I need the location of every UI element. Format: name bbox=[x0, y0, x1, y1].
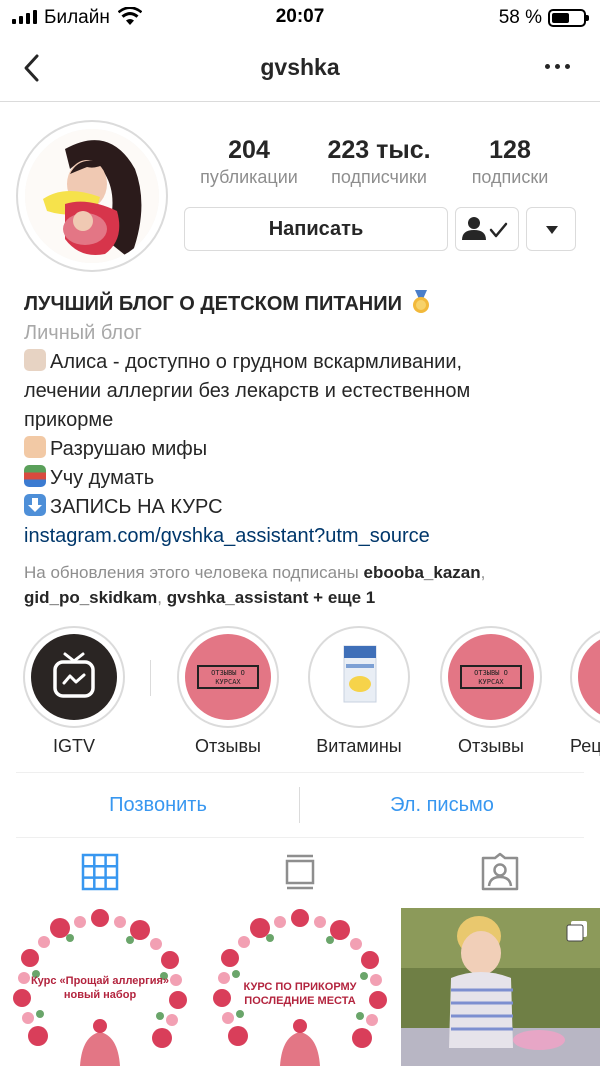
follower-user-1[interactable]: ebooba_kazan bbox=[363, 563, 480, 582]
nav-bar: gvshka bbox=[0, 36, 600, 102]
call-button[interactable]: Позвонить bbox=[16, 773, 300, 837]
tagged-icon[interactable] bbox=[480, 852, 520, 892]
down-arrow-icon bbox=[24, 494, 46, 516]
followed-by[interactable]: На обновления этого человека подписаны e… bbox=[24, 560, 584, 610]
followed-by-prefix: На обновления этого человека подписаны bbox=[24, 563, 359, 582]
followed-by-separator: , bbox=[157, 588, 162, 607]
bio-line-6: ЗАПИСЬ НА КУРС bbox=[50, 496, 223, 518]
followed-by-more[interactable]: + еще 1 bbox=[313, 588, 375, 607]
highlight-divider bbox=[150, 660, 151, 696]
profile-name: ЛУЧШИЙ БЛОГ О ДЕТСКОМ ПИТАНИИ bbox=[24, 293, 402, 315]
highlight-label: Отзывы bbox=[458, 736, 524, 756]
fist-icon bbox=[24, 436, 46, 458]
follower-user-3[interactable]: gvshka_assistant bbox=[167, 588, 309, 607]
bio-line-3: прикорме bbox=[24, 409, 114, 431]
bio-line-4: Разрушаю мифы bbox=[50, 438, 208, 460]
avatar[interactable] bbox=[16, 120, 168, 272]
highlight-reviews[interactable]: ОТЗЫВЫ О КУРСАХ Отзывы bbox=[176, 626, 280, 757]
highlight-reviews-2[interactable]: ОТЗЫВЫ О КУРСАХ Отзывы bbox=[439, 626, 543, 757]
highlight-igtv[interactable]: IGTV bbox=[22, 626, 126, 757]
vitamin-box-image bbox=[343, 645, 377, 703]
status-bar: Билайн 20:07 58 % bbox=[0, 0, 600, 36]
multiple-photos-icon bbox=[566, 920, 588, 942]
stat-followers[interactable]: 223 тыс. подписчики bbox=[309, 136, 449, 188]
bio-line-1: Алиса - доступно о грудном вскармливании… bbox=[50, 351, 463, 373]
highlight-vitamins[interactable]: Витамины bbox=[307, 626, 411, 757]
post-caption: Курс «Прощай аллергия» новый набор bbox=[30, 975, 170, 1001]
bio: ЛУЧШИЙ БЛОГ О ДЕТСКОМ ПИТАНИИ Личный бло… bbox=[24, 290, 584, 551]
avatar-illustration bbox=[25, 129, 159, 263]
posts-grid: Курс «Прощай аллергия» новый набор КУРС … bbox=[0, 908, 600, 1066]
post-thumbnail[interactable]: КУРС ПО ПРИКОРМУ ПОСЛЕДНИЕ МЕСТА bbox=[200, 908, 399, 1066]
message-button[interactable]: Написать bbox=[184, 207, 448, 251]
highlight-label: Отзывы bbox=[195, 736, 261, 756]
posts-label: публикации bbox=[200, 167, 298, 187]
post-thumbnail[interactable]: Курс «Прощай аллергия» новый набор bbox=[0, 908, 199, 1066]
battery-icon bbox=[548, 9, 589, 27]
feed-icon[interactable] bbox=[280, 852, 320, 892]
email-button[interactable]: Эл. письмо bbox=[300, 773, 584, 837]
post-caption: КУРС ПО ПРИКОРМУ ПОСЛЕДНИЕ МЕСТА bbox=[243, 981, 357, 1007]
following-count: 128 bbox=[489, 136, 531, 164]
highlight-label: IGTV bbox=[52, 736, 95, 756]
caret-down-icon bbox=[546, 226, 558, 234]
contact-bar: Позвонить Эл. письмо bbox=[16, 772, 584, 838]
more-horizontal-icon[interactable] bbox=[545, 64, 570, 69]
profile-category: Личный блог bbox=[24, 322, 142, 344]
highlight-label: Витамины bbox=[316, 736, 402, 756]
person-check-icon bbox=[462, 217, 508, 240]
follower-user-2[interactable]: gid_po_skidkam bbox=[24, 588, 157, 607]
followers-label: подписчики bbox=[331, 167, 427, 187]
highlight-recipes[interactable]: Реце bbox=[570, 626, 600, 757]
bio-link[interactable]: instagram.com/gvshka_assistant?utm_sourc… bbox=[24, 522, 584, 551]
cook-icon bbox=[24, 349, 46, 371]
grid-icon[interactable] bbox=[80, 852, 120, 892]
stat-posts[interactable]: 204 публикации bbox=[179, 136, 319, 188]
books-icon bbox=[24, 465, 46, 487]
bio-line-2: лечении аллергии без лекарств и естестве… bbox=[24, 380, 471, 402]
highlight-label: Реце bbox=[570, 736, 600, 756]
posts-count: 204 bbox=[228, 136, 270, 164]
stat-following[interactable]: 128 подписки bbox=[440, 136, 580, 188]
medal-icon bbox=[410, 290, 432, 314]
battery-percent: 58 % bbox=[498, 7, 542, 28]
suggestions-dropdown-button[interactable] bbox=[526, 207, 576, 251]
bio-line-5: Учу думать bbox=[50, 467, 155, 489]
profile-tabs bbox=[0, 838, 600, 908]
following-button[interactable] bbox=[455, 207, 519, 251]
igtv-icon bbox=[53, 652, 95, 698]
page-title: gvshka bbox=[260, 54, 340, 80]
followed-by-separator: , bbox=[480, 563, 486, 582]
post-thumbnail[interactable] bbox=[401, 908, 600, 1066]
followers-count: 223 тыс. bbox=[327, 136, 431, 164]
following-label: подписки bbox=[471, 167, 549, 187]
highlight-badge: ОТЗЫВЫ О КУРСАХ bbox=[460, 665, 522, 689]
highlight-badge: ОТЗЫВЫ О КУРСАХ bbox=[197, 665, 259, 689]
